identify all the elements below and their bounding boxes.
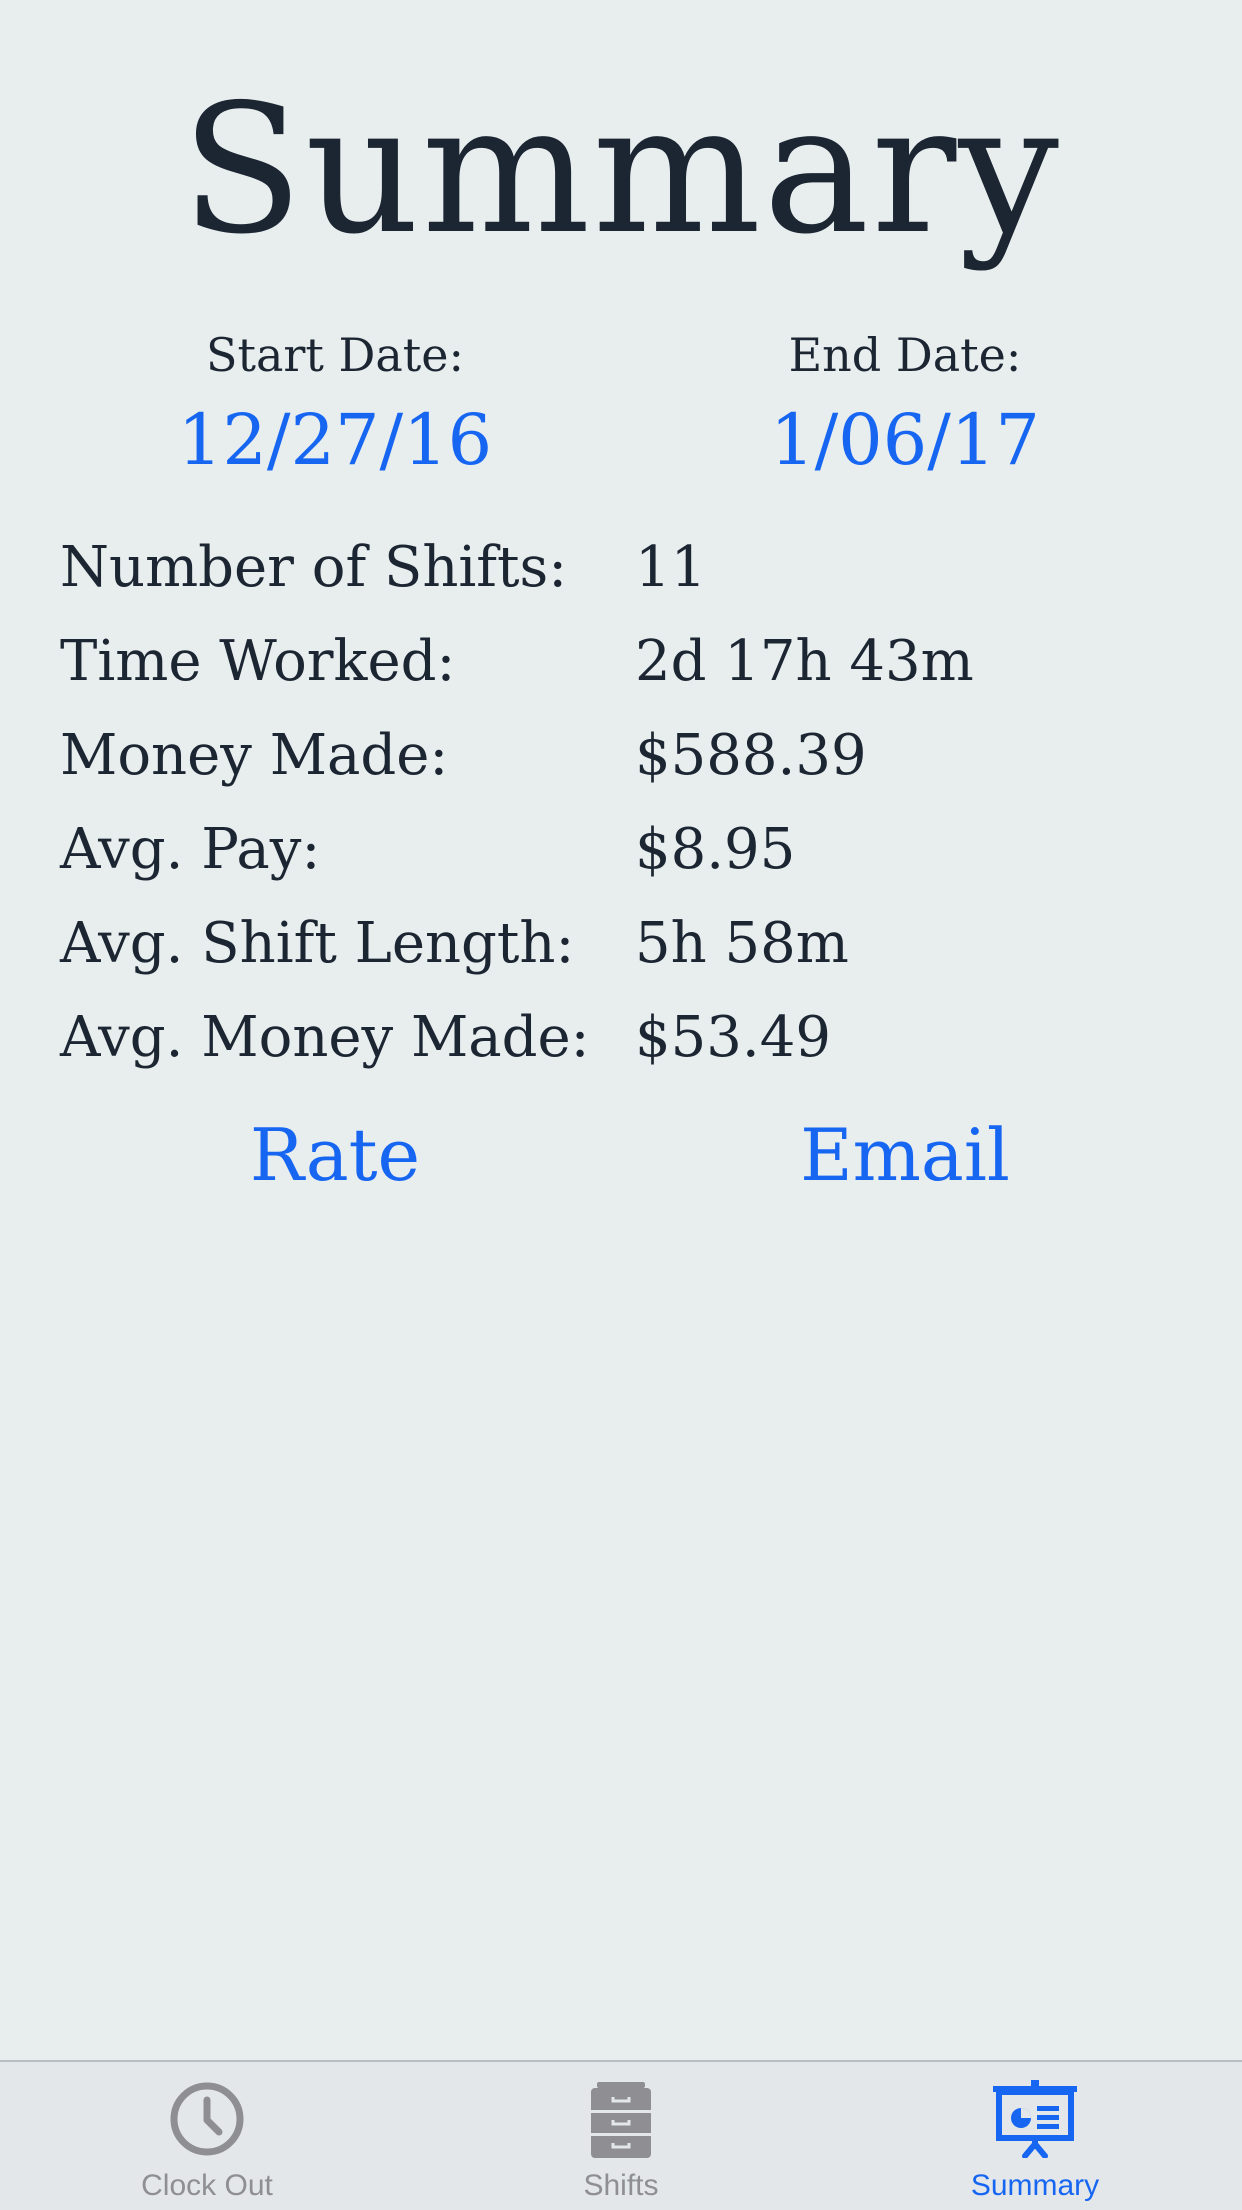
stats-list: Number of Shifts: 11 Time Worked: 2d 17h… bbox=[60, 520, 1180, 1084]
stat-value: $588.39 bbox=[635, 722, 867, 788]
tab-label: Shifts bbox=[583, 2169, 659, 2202]
start-date-button[interactable]: 12/27/16 bbox=[75, 390, 595, 490]
end-date-section: End Date: 1/06/17 bbox=[645, 320, 1165, 490]
stat-row-money-made: Money Made: $588.39 bbox=[60, 708, 1180, 802]
tab-summary[interactable]: Summary bbox=[828, 2062, 1242, 2210]
stat-value: 5h 58m bbox=[635, 910, 849, 976]
tab-shifts[interactable]: Shifts bbox=[414, 2062, 828, 2210]
stat-row-avg-pay: Avg. Pay: $8.95 bbox=[60, 802, 1180, 896]
end-date-label: End Date: bbox=[788, 328, 1022, 382]
start-date-section: Start Date: 12/27/16 bbox=[75, 320, 595, 490]
stat-value: $53.49 bbox=[635, 1004, 831, 1070]
stat-label: Avg. Pay: bbox=[60, 816, 321, 882]
stat-row-avg-money-made: Avg. Money Made: $53.49 bbox=[60, 990, 1180, 1084]
stat-label: Avg. Shift Length: bbox=[60, 910, 575, 976]
email-button[interactable]: Email bbox=[645, 1105, 1165, 1205]
stat-value: $8.95 bbox=[635, 816, 796, 882]
tab-clock-out[interactable]: Clock Out bbox=[0, 2062, 414, 2210]
tab-bar: Clock Out Shifts Summary bbox=[0, 2060, 1242, 2210]
stat-value: 11 bbox=[635, 534, 707, 600]
stat-label: Money Made: bbox=[60, 722, 449, 788]
tab-label: Clock Out bbox=[141, 2169, 273, 2202]
clock-icon bbox=[170, 2082, 244, 2156]
stat-label: Number of Shifts: bbox=[60, 534, 568, 600]
presentation-board-icon bbox=[993, 2080, 1077, 2158]
stat-row-avg-shift-length: Avg. Shift Length: 5h 58m bbox=[60, 896, 1180, 990]
stat-row-time-worked: Time Worked: 2d 17h 43m bbox=[60, 614, 1180, 708]
rate-button[interactable]: Rate bbox=[75, 1105, 595, 1205]
tab-label: Summary bbox=[970, 2169, 1100, 2202]
stat-label: Avg. Money Made: bbox=[60, 1004, 590, 1070]
stat-label: Time Worked: bbox=[60, 628, 456, 694]
file-cabinet-icon bbox=[591, 2082, 651, 2158]
stat-row-number-of-shifts: Number of Shifts: 11 bbox=[60, 520, 1180, 614]
start-date-label: Start Date: bbox=[205, 328, 465, 382]
stat-value: 2d 17h 43m bbox=[635, 628, 974, 694]
end-date-button[interactable]: 1/06/17 bbox=[645, 390, 1165, 490]
page-title: Summary bbox=[181, 66, 1061, 273]
